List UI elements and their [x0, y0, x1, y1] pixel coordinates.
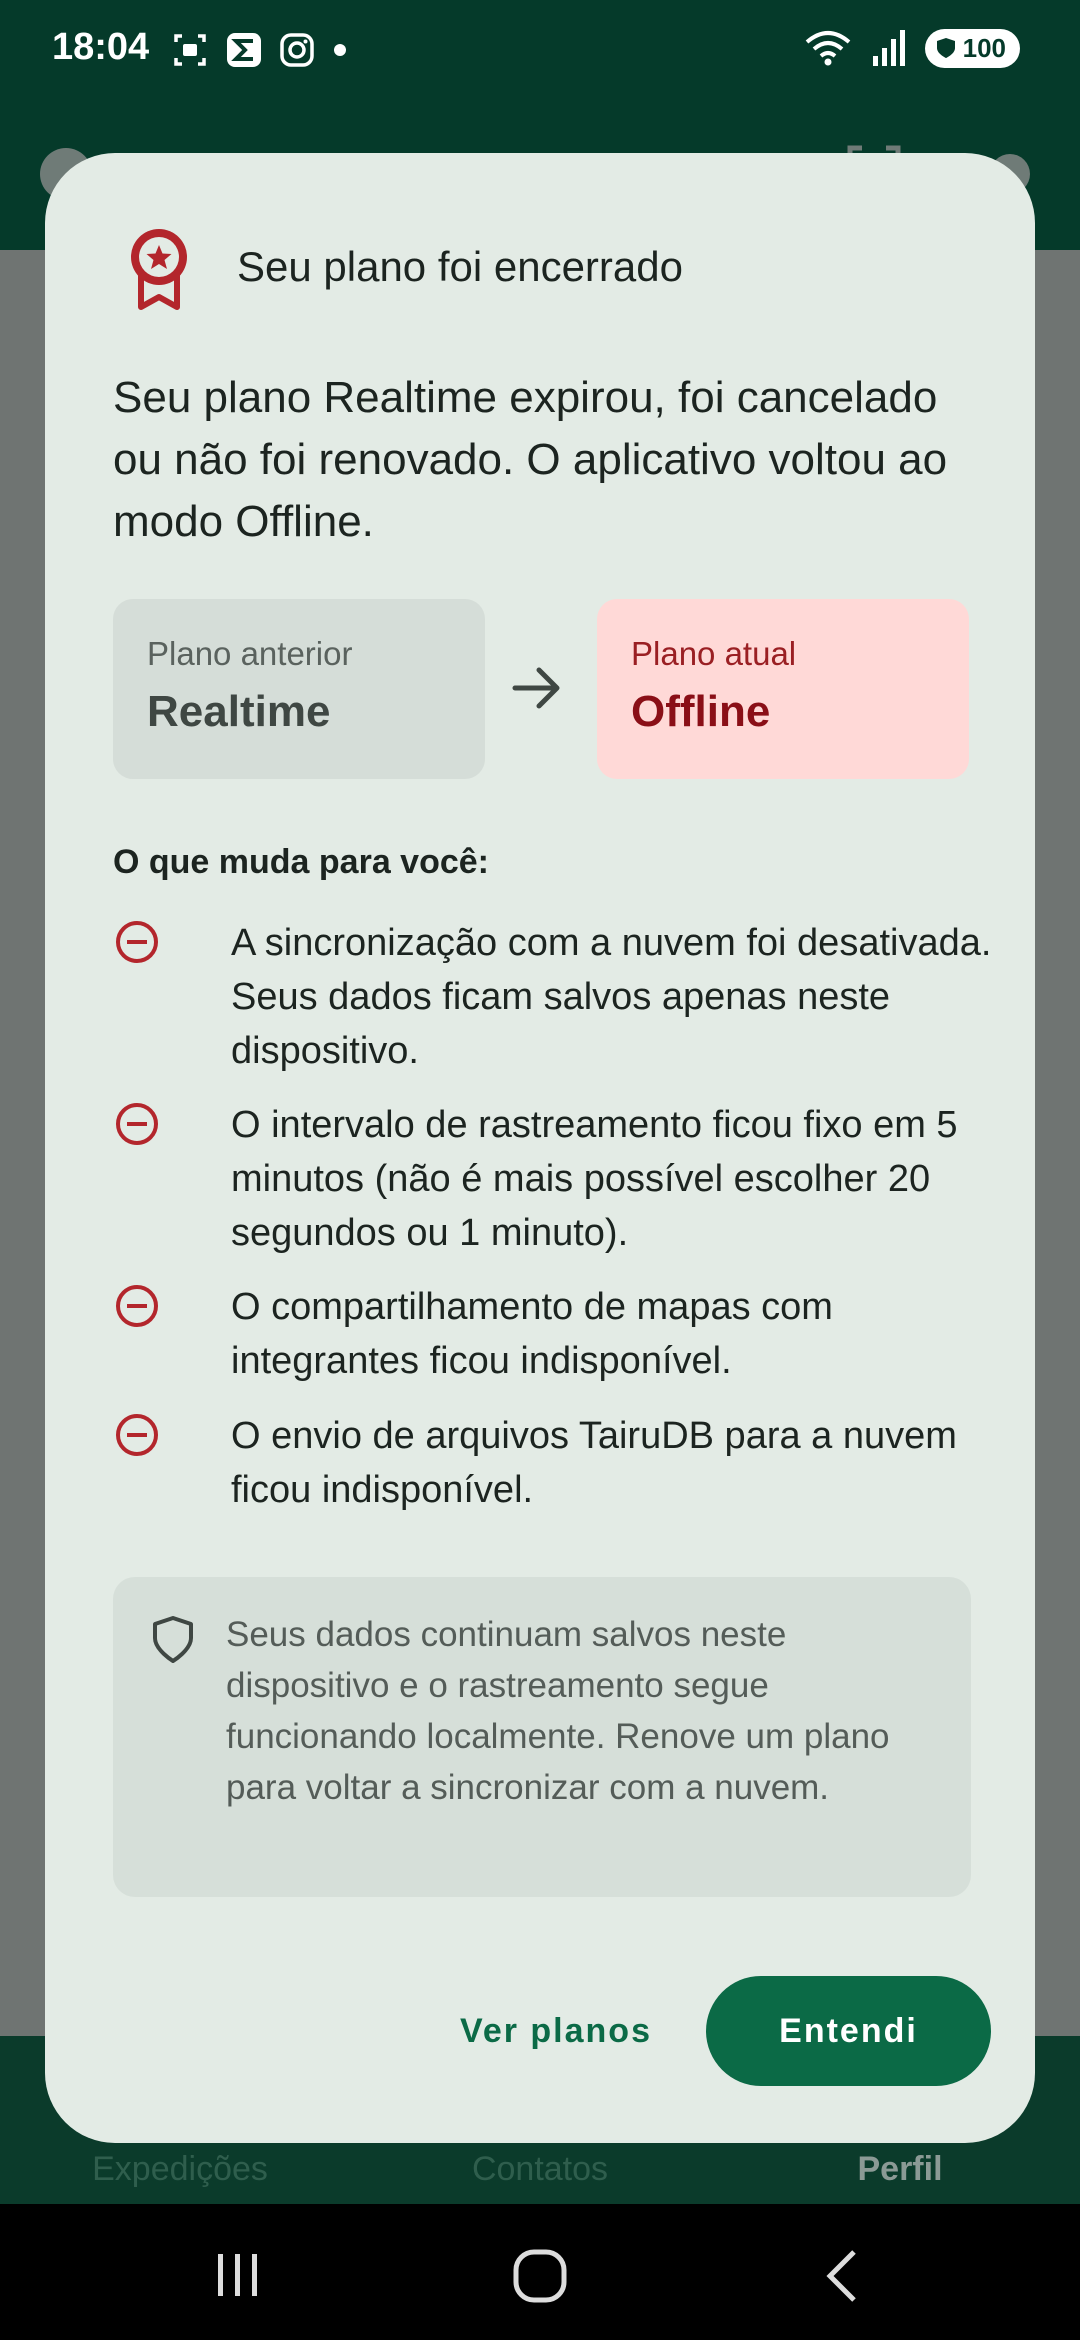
minus-circle-icon — [116, 1414, 158, 1456]
dialog-title: Seu plano foi encerrado — [237, 243, 683, 290]
view-plans-button[interactable]: Ver planos — [443, 1976, 669, 2086]
dialog-message: Seu plano Realtime expirou, foi cancelad… — [113, 373, 948, 546]
previous-plan-card: Plano anterior Realtime — [113, 599, 485, 779]
previous-plan-value: Realtime — [147, 687, 331, 736]
changes-heading: O que muda para você: — [113, 843, 489, 881]
current-plan-card: Plano atual Offline — [597, 599, 969, 779]
plan-ended-dialog: Seu plano foi encerrado Seu plano Realti… — [45, 153, 1035, 2143]
change-item-text: A sincronização com a nuvem foi desativa… — [231, 922, 992, 1072]
info-note: Seus dados continuam salvos neste dispos… — [113, 1577, 971, 1897]
nav-item-contatos[interactable]: Contatos — [472, 2150, 608, 2189]
shield-icon — [153, 1616, 193, 1663]
battery-icon: 100 — [924, 28, 1020, 68]
dot-icon — [334, 44, 346, 56]
current-plan-value: Offline — [631, 687, 771, 736]
system-navigation-bar — [0, 2204, 1080, 2340]
change-item-text: O compartilhamento de mapas com integran… — [231, 1286, 833, 1382]
status-time: 18:04 — [52, 26, 150, 68]
minus-circle-icon — [116, 921, 158, 963]
battery-shield-icon — [936, 38, 955, 58]
home-icon[interactable] — [512, 2248, 568, 2304]
wifi-icon — [805, 31, 850, 66]
notification-icons — [170, 30, 350, 70]
change-item-text: O envio de arquivos TairuDB para a nuvem… — [231, 1415, 957, 1511]
signal-icon — [872, 30, 905, 66]
back-icon[interactable] — [820, 2248, 864, 2304]
instagram-icon — [280, 33, 314, 67]
recent-apps-icon[interactable] — [210, 2252, 266, 2298]
battery-level: 100 — [962, 32, 1006, 63]
minus-circle-icon — [116, 1103, 158, 1145]
nav-item-expedicoes[interactable]: Expedições — [92, 2150, 268, 2189]
arrow-right-icon — [512, 667, 560, 709]
change-item-text: O intervalo de rastreamento ficou fixo e… — [231, 1104, 958, 1254]
award-badge-icon — [131, 229, 187, 310]
screenshot-icon — [174, 34, 206, 66]
status-bar: 18:04 100 — [0, 0, 1080, 100]
nav-item-perfil[interactable]: Perfil — [857, 2150, 942, 2189]
system-status-icons: 100 — [803, 28, 1020, 68]
sigma-app-icon — [227, 33, 261, 67]
current-plan-label: Plano atual — [631, 635, 797, 672]
minus-circle-icon — [116, 1285, 158, 1327]
understood-button[interactable]: Entendi — [706, 1976, 991, 2086]
previous-plan-label: Plano anterior — [147, 635, 353, 672]
info-note-text: Seus dados continuam salvos neste dispos… — [226, 1615, 890, 1807]
